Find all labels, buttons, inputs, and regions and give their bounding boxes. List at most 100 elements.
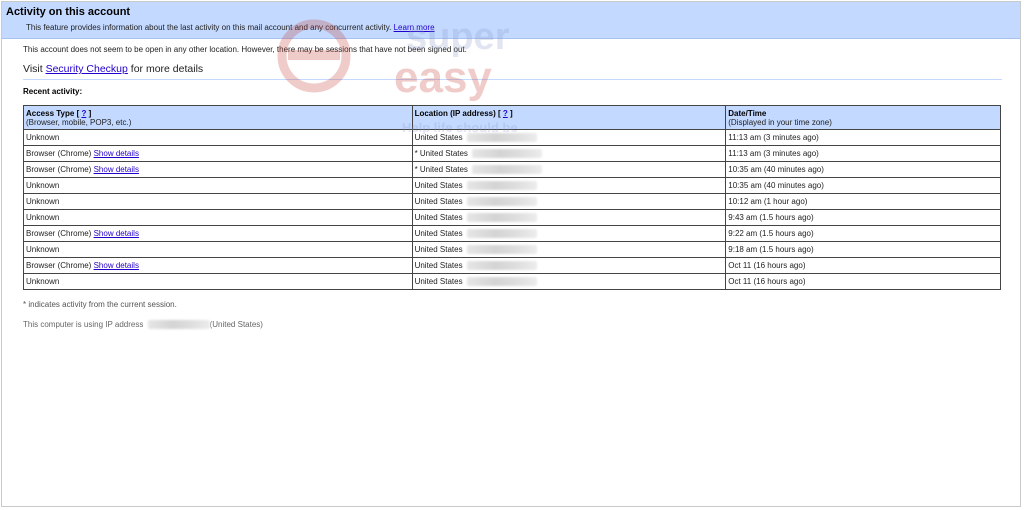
datetime-cell: 10:35 am (40 minutes ago) — [725, 161, 1001, 178]
location-cell: United States — [411, 257, 727, 274]
location-value: United States — [419, 148, 468, 158]
access-type-value: Browser (Chrome) — [26, 165, 92, 174]
visit-prefix: Visit — [23, 63, 43, 75]
redacted-ip-address — [466, 181, 537, 191]
main-content: This account does not seem to be open in… — [2, 45, 1020, 330]
location-cell: United States — [411, 225, 727, 242]
location-value: United States — [414, 260, 463, 270]
datetime-title: Date/Time — [728, 109, 767, 118]
access-type-cell: Unknown — [23, 177, 413, 194]
redacted-ip-address — [466, 261, 537, 271]
location-help: [ ? ] — [498, 109, 513, 118]
access-type-cell: Unknown — [23, 209, 413, 226]
table-row: Browser (Chrome) Show details United Stat… — [23, 225, 1001, 242]
redacted-ip-address — [466, 277, 537, 287]
table-row: Unknown United States 10:12 am (1 hour ago… — [23, 193, 1001, 210]
access-type-value: Unknown — [26, 133, 60, 142]
access-type-cell: Browser (Chrome) Show details — [23, 257, 413, 274]
datetime-cell: Oct 11 (16 hours ago) — [725, 257, 1001, 274]
redacted-ip-address — [471, 165, 542, 175]
access-type-cell: Unknown — [23, 241, 413, 258]
datetime-cell: 10:12 am (1 hour ago) — [725, 193, 1001, 210]
location-value: United States — [414, 212, 463, 222]
redacted-ip-address — [466, 229, 537, 239]
datetime-value: Oct 11 (16 hours ago) — [728, 277, 806, 286]
recent-activity-label: Recent activity: — [23, 87, 83, 96]
datetime-value: 10:12 am (1 hour ago) — [728, 197, 808, 206]
datetime-value: 9:18 am (1.5 hours ago) — [728, 245, 814, 254]
access-type-value: Unknown — [26, 197, 60, 206]
location-cell: United States — [411, 209, 727, 226]
redacted-ip-address — [466, 245, 537, 255]
table-row: Browser (Chrome) Show details United Stat… — [23, 257, 1001, 274]
location-value: United States — [414, 244, 463, 254]
access-type-cell: Browser (Chrome) Show details — [23, 145, 413, 162]
show-details-link[interactable]: Show details — [94, 165, 139, 174]
access-type-value: Unknown — [26, 245, 60, 254]
datetime-cell: 9:22 am (1.5 hours ago) — [725, 225, 1001, 242]
redacted-ip-address — [466, 213, 537, 223]
datetime-cell: 11:13 am (3 minutes ago) — [725, 145, 1001, 162]
table-row: Unknown United States 9:18 am (1.5 hours a… — [23, 241, 1001, 258]
datetime-value: 9:43 am (1.5 hours ago) — [728, 213, 814, 222]
redacted-ip-address — [466, 197, 537, 207]
header-location: Location (IP address) [ ? ] — [411, 105, 727, 130]
security-checkup-line: Visit Security Checkup for more details — [23, 63, 1002, 80]
access-type-value: Browser (Chrome) — [26, 149, 92, 158]
ip-address-line: This computer is using IP address (Unite… — [23, 320, 1002, 330]
location-cell: United States — [411, 273, 727, 290]
datetime-subtitle: (Displayed in your time zone) — [728, 118, 832, 127]
access-type-value: Unknown — [26, 181, 60, 190]
location-cell: United States — [411, 177, 727, 194]
show-details-link[interactable]: Show details — [94, 261, 139, 270]
redacted-ip-address — [471, 149, 542, 159]
access-type-cell: Unknown — [23, 129, 413, 146]
access-type-cell: Unknown — [23, 273, 413, 290]
access-type-cell: Browser (Chrome) Show details — [23, 161, 413, 178]
table-header-row: Access Type [ ? ] (Browser, mobile, POP3… — [23, 105, 1001, 130]
location-cell: United States — [411, 129, 727, 146]
header-access-type: Access Type [ ? ] (Browser, mobile, POP3… — [23, 105, 413, 130]
access-type-help-link[interactable]: ? — [81, 109, 86, 118]
table-row: Unknown United States 11:13 am (3 minutes … — [23, 129, 1001, 146]
header-datetime: Date/Time (Displayed in your time zone) — [725, 105, 1001, 130]
location-cell: * United States — [411, 161, 727, 178]
datetime-cell: 9:43 am (1.5 hours ago) — [725, 209, 1001, 226]
activity-table-body: Unknown United States 11:13 am (3 minutes … — [23, 129, 1001, 290]
datetime-cell: 9:18 am (1.5 hours ago) — [725, 241, 1001, 258]
access-type-value: Browser (Chrome) — [26, 261, 92, 270]
location-title: Location (IP address) — [414, 109, 496, 118]
location-value: United States — [414, 276, 463, 286]
redacted-ip-address — [466, 133, 537, 143]
activity-page: super easy Help life should be Activity … — [1, 1, 1021, 507]
datetime-value: 11:13 am (3 minutes ago) — [728, 149, 819, 158]
location-help-link[interactable]: ? — [503, 109, 508, 118]
learn-more-link[interactable]: Learn more — [394, 23, 435, 32]
security-checkup-link[interactable]: Security Checkup — [46, 63, 128, 75]
redacted-ip — [147, 320, 210, 330]
location-value: United States — [419, 164, 468, 174]
access-type-cell: Browser (Chrome) Show details — [23, 225, 413, 242]
datetime-cell: 10:35 am (40 minutes ago) — [725, 177, 1001, 194]
access-type-value: Unknown — [26, 277, 60, 286]
visit-suffix: for more details — [130, 63, 204, 75]
table-row: Browser (Chrome) Show details * United St… — [23, 161, 1001, 178]
current-session-footnote: * indicates activity from the current se… — [23, 300, 177, 309]
location-value: United States — [414, 228, 463, 238]
access-type-value: Unknown — [26, 213, 60, 222]
show-details-link[interactable]: Show details — [94, 149, 139, 158]
header-description-text: This feature provides information about … — [26, 23, 392, 32]
access-type-subtitle: (Browser, mobile, POP3, etc.) — [26, 118, 132, 127]
table-row: Unknown United States 9:43 am (1.5 hours a… — [23, 209, 1001, 226]
access-type-value: Browser (Chrome) — [26, 229, 92, 238]
location-value: United States — [414, 180, 463, 190]
datetime-value: 11:13 am (3 minutes ago) — [728, 133, 819, 142]
location-cell: United States — [411, 193, 727, 210]
table-row: Unknown United States Oct 11 (16 hours ago… — [23, 273, 1001, 290]
show-details-link[interactable]: Show details — [94, 229, 139, 238]
activity-table: Access Type [ ? ] (Browser, mobile, POP3… — [23, 105, 1001, 290]
ip-line-prefix: This computer is using IP address — [23, 320, 144, 329]
access-type-help: [ ? ] — [76, 109, 92, 118]
datetime-cell: 11:13 am (3 minutes ago) — [725, 129, 1001, 146]
datetime-value: 10:35 am (40 minutes ago) — [728, 165, 824, 174]
